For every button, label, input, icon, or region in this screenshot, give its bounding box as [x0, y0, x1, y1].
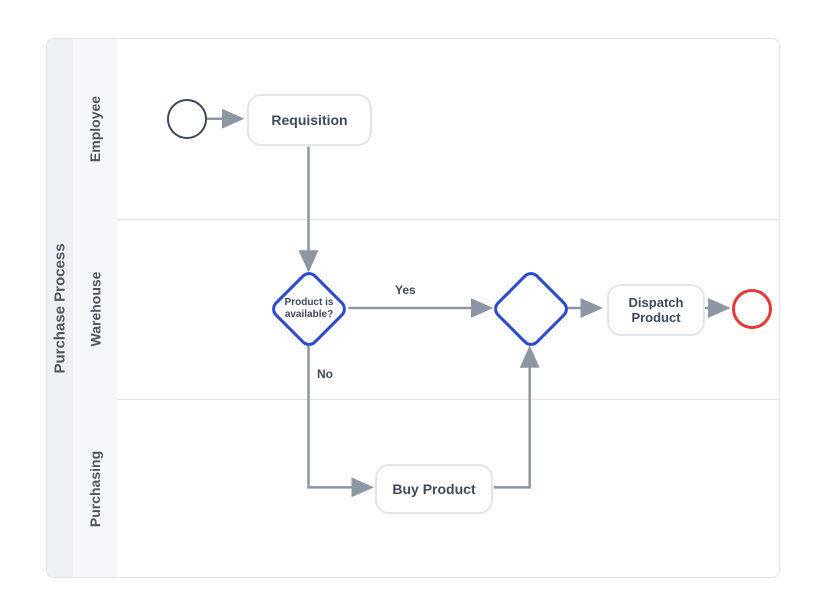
lane-purchasing: Purchasing — [73, 399, 117, 578]
bpmn-diagram: Purchase Process Employee Warehouse Purc… — [0, 0, 820, 614]
gateway-decision-label: Product is available? — [274, 297, 344, 321]
task-requisition-label: Requisition — [271, 112, 347, 128]
task-dispatch: Dispatch Product — [607, 284, 705, 336]
gateway-merge — [490, 268, 572, 350]
pool-title-band: Purchase Process — [47, 39, 73, 577]
pool-title: Purchase Process — [52, 243, 69, 373]
lane-warehouse: Warehouse — [73, 219, 117, 399]
edge-label-no: No — [317, 367, 333, 381]
end-event — [732, 289, 772, 329]
task-buy-label: Buy Product — [392, 481, 475, 497]
task-requisition: Requisition — [247, 94, 372, 146]
task-buy: Buy Product — [375, 464, 493, 514]
lane-employee: Employee — [73, 39, 117, 219]
lane-employee-label: Employee — [87, 96, 103, 162]
start-event — [167, 99, 207, 139]
lanes-band: Employee Warehouse Purchasing — [73, 39, 117, 577]
lane-purchasing-label: Purchasing — [87, 451, 103, 527]
edge-label-yes: Yes — [395, 283, 416, 297]
task-dispatch-label: Dispatch Product — [621, 295, 691, 325]
pool: Purchase Process Employee Warehouse Purc… — [46, 38, 780, 578]
diagram-content: Requisition Product is available? Yes No… — [117, 39, 779, 577]
lane-warehouse-label: Warehouse — [87, 272, 103, 347]
